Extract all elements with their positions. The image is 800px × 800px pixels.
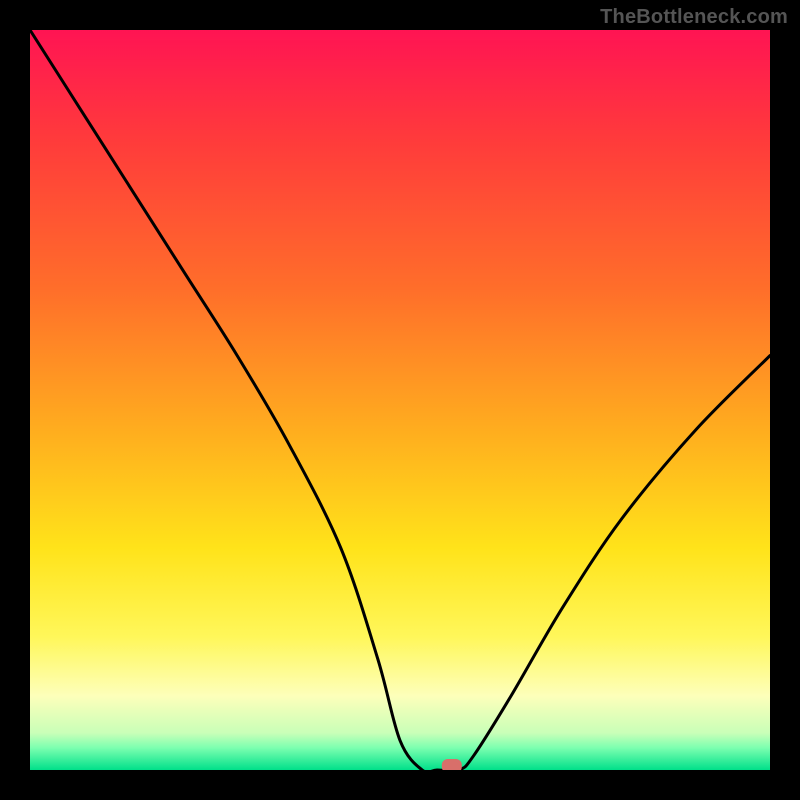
chart-frame: TheBottleneck.com [0, 0, 800, 800]
plot-area [30, 30, 770, 770]
optimal-marker [442, 759, 462, 770]
gradient-background [30, 30, 770, 770]
watermark-text: TheBottleneck.com [600, 6, 788, 29]
bottleneck-chart [30, 30, 770, 770]
